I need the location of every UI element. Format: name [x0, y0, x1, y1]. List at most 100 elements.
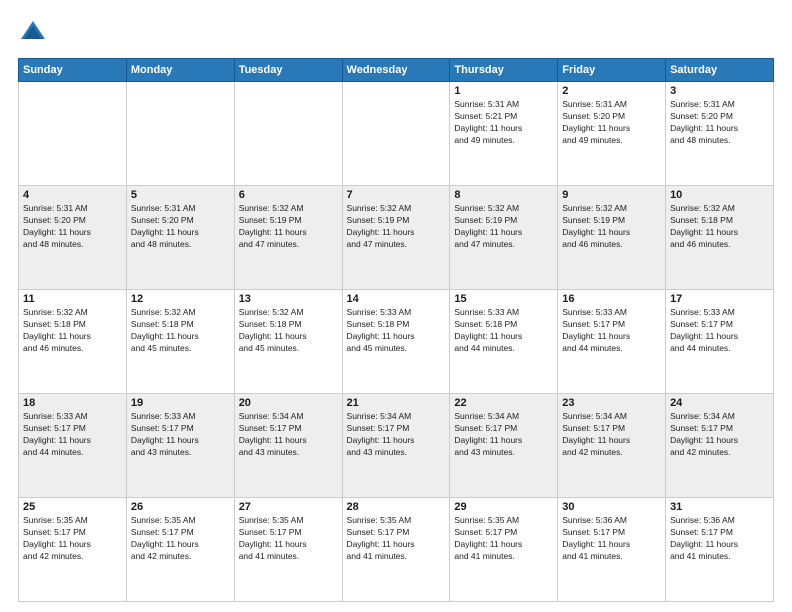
- day-info: Sunrise: 5:35 AM Sunset: 5:17 PM Dayligh…: [131, 515, 230, 563]
- calendar-cell: 30 Sunrise: 5:36 AM Sunset: 5:17 PM Dayli…: [558, 498, 666, 602]
- calendar-row-1: 4Sunrise: 5:31 AM Sunset: 5:20 PM Daylig…: [19, 186, 774, 290]
- day-number: 19: [131, 397, 230, 409]
- day-info: Sunrise: 5:32 AM Sunset: 5:19 PM Dayligh…: [562, 203, 661, 251]
- day-number: 17: [670, 293, 769, 305]
- day-number: 1: [454, 85, 553, 97]
- day-number: 12: [131, 293, 230, 305]
- calendar-header-row: SundayMondayTuesdayWednesdayThursdayFrid…: [19, 59, 774, 82]
- day-number: 21: [347, 397, 446, 409]
- day-info: Sunrise: 5:35 AM Sunset: 5:17 PM Dayligh…: [23, 515, 122, 563]
- calendar-cell: 28Sunrise: 5:35 AM Sunset: 5:17 PM Dayli…: [342, 498, 450, 602]
- calendar-header-saturday: Saturday: [666, 59, 774, 82]
- day-number: 15: [454, 293, 553, 305]
- calendar-cell: 18Sunrise: 5:33 AM Sunset: 5:17 PM Dayli…: [19, 394, 127, 498]
- day-info: Sunrise: 5:34 AM Sunset: 5:17 PM Dayligh…: [239, 411, 338, 459]
- day-number: 14: [347, 293, 446, 305]
- calendar-cell: 25 Sunrise: 5:35 AM Sunset: 5:17 PM Dayli…: [19, 498, 127, 602]
- calendar-cell: 24 Sunrise: 5:34 AM Sunset: 5:17 PM Dayli…: [666, 394, 774, 498]
- calendar-cell: 1 Sunrise: 5:31 AM Sunset: 5:21 PM Daylig…: [450, 82, 558, 186]
- day-number: 11: [23, 293, 122, 305]
- day-number: 26: [131, 501, 230, 513]
- calendar-cell: 10 Sunrise: 5:32 AM Sunset: 5:18 PM Dayli…: [666, 186, 774, 290]
- day-info: Sunrise: 5:34 AM Sunset: 5:17 PM Dayligh…: [670, 411, 769, 459]
- page: SundayMondayTuesdayWednesdayThursdayFrid…: [0, 0, 792, 612]
- day-number: 22: [454, 397, 553, 409]
- day-info: Sunrise: 5:32 AM Sunset: 5:18 PM Dayligh…: [239, 307, 338, 355]
- calendar-cell: 23 Sunrise: 5:34 AM Sunset: 5:17 PM Dayli…: [558, 394, 666, 498]
- day-info: Sunrise: 5:36 AM Sunset: 5:17 PM Dayligh…: [670, 515, 769, 563]
- calendar-header-sunday: Sunday: [19, 59, 127, 82]
- day-number: 10: [670, 189, 769, 201]
- day-number: 29: [454, 501, 553, 513]
- day-number: 2: [562, 85, 661, 97]
- calendar-cell: 16 Sunrise: 5:33 AM Sunset: 5:17 PM Dayli…: [558, 290, 666, 394]
- day-info: Sunrise: 5:32 AM Sunset: 5:18 PM Dayligh…: [23, 307, 122, 355]
- day-number: 9: [562, 189, 661, 201]
- calendar-header-tuesday: Tuesday: [234, 59, 342, 82]
- calendar-cell: 7 Sunrise: 5:32 AM Sunset: 5:19 PM Daylig…: [342, 186, 450, 290]
- day-number: 13: [239, 293, 338, 305]
- day-number: 23: [562, 397, 661, 409]
- day-info: Sunrise: 5:32 AM Sunset: 5:19 PM Dayligh…: [347, 203, 446, 251]
- calendar-header-friday: Friday: [558, 59, 666, 82]
- calendar-cell: 29Sunrise: 5:35 AM Sunset: 5:17 PM Dayli…: [450, 498, 558, 602]
- day-number: 30: [562, 501, 661, 513]
- calendar-cell: 21 Sunrise: 5:34 AM Sunset: 5:17 PM Dayli…: [342, 394, 450, 498]
- calendar-cell: 9 Sunrise: 5:32 AM Sunset: 5:19 PM Daylig…: [558, 186, 666, 290]
- day-info: Sunrise: 5:32 AM Sunset: 5:19 PM Dayligh…: [454, 203, 553, 251]
- calendar-cell: 13 Sunrise: 5:32 AM Sunset: 5:18 PM Dayli…: [234, 290, 342, 394]
- logo: [18, 18, 52, 48]
- day-info: Sunrise: 5:31 AM Sunset: 5:20 PM Dayligh…: [562, 99, 661, 147]
- day-number: 31: [670, 501, 769, 513]
- calendar-cell: 22 Sunrise: 5:34 AM Sunset: 5:17 PM Dayli…: [450, 394, 558, 498]
- calendar-row-2: 11 Sunrise: 5:32 AM Sunset: 5:18 PM Dayli…: [19, 290, 774, 394]
- calendar-cell: 3 Sunrise: 5:31 AM Sunset: 5:20 PM Daylig…: [666, 82, 774, 186]
- day-info: Sunrise: 5:33 AM Sunset: 5:17 PM Dayligh…: [23, 411, 122, 459]
- calendar-row-4: 25 Sunrise: 5:35 AM Sunset: 5:17 PM Dayli…: [19, 498, 774, 602]
- calendar-cell: [19, 82, 127, 186]
- calendar-cell: 15Sunrise: 5:33 AM Sunset: 5:18 PM Dayli…: [450, 290, 558, 394]
- day-info: Sunrise: 5:31 AM Sunset: 5:20 PM Dayligh…: [23, 203, 122, 251]
- day-number: 27: [239, 501, 338, 513]
- day-info: Sunrise: 5:33 AM Sunset: 5:17 PM Dayligh…: [562, 307, 661, 355]
- calendar-cell: 5Sunrise: 5:31 AM Sunset: 5:20 PM Daylig…: [126, 186, 234, 290]
- day-info: Sunrise: 5:32 AM Sunset: 5:18 PM Dayligh…: [131, 307, 230, 355]
- day-info: Sunrise: 5:34 AM Sunset: 5:17 PM Dayligh…: [562, 411, 661, 459]
- calendar-row-0: 1 Sunrise: 5:31 AM Sunset: 5:21 PM Daylig…: [19, 82, 774, 186]
- calendar-cell: 4Sunrise: 5:31 AM Sunset: 5:20 PM Daylig…: [19, 186, 127, 290]
- day-info: Sunrise: 5:34 AM Sunset: 5:17 PM Dayligh…: [347, 411, 446, 459]
- calendar-cell: 6Sunrise: 5:32 AM Sunset: 5:19 PM Daylig…: [234, 186, 342, 290]
- day-info: Sunrise: 5:31 AM Sunset: 5:21 PM Dayligh…: [454, 99, 553, 147]
- day-number: 7: [347, 189, 446, 201]
- calendar-cell: 27Sunrise: 5:35 AM Sunset: 5:17 PM Dayli…: [234, 498, 342, 602]
- day-info: Sunrise: 5:36 AM Sunset: 5:17 PM Dayligh…: [562, 515, 661, 563]
- calendar-cell: 8Sunrise: 5:32 AM Sunset: 5:19 PM Daylig…: [450, 186, 558, 290]
- calendar-cell: 14 Sunrise: 5:33 AM Sunset: 5:18 PM Dayli…: [342, 290, 450, 394]
- day-info: Sunrise: 5:34 AM Sunset: 5:17 PM Dayligh…: [454, 411, 553, 459]
- day-info: Sunrise: 5:32 AM Sunset: 5:18 PM Dayligh…: [670, 203, 769, 251]
- calendar-header-thursday: Thursday: [450, 59, 558, 82]
- calendar-header-monday: Monday: [126, 59, 234, 82]
- calendar-cell: 17Sunrise: 5:33 AM Sunset: 5:17 PM Dayli…: [666, 290, 774, 394]
- logo-icon: [18, 18, 48, 48]
- day-number: 16: [562, 293, 661, 305]
- day-info: Sunrise: 5:33 AM Sunset: 5:17 PM Dayligh…: [131, 411, 230, 459]
- calendar-header-wednesday: Wednesday: [342, 59, 450, 82]
- day-info: Sunrise: 5:31 AM Sunset: 5:20 PM Dayligh…: [670, 99, 769, 147]
- calendar-cell: [342, 82, 450, 186]
- day-number: 5: [131, 189, 230, 201]
- calendar-cell: 19 Sunrise: 5:33 AM Sunset: 5:17 PM Dayli…: [126, 394, 234, 498]
- day-number: 3: [670, 85, 769, 97]
- calendar-cell: 12 Sunrise: 5:32 AM Sunset: 5:18 PM Dayli…: [126, 290, 234, 394]
- calendar-cell: 26 Sunrise: 5:35 AM Sunset: 5:17 PM Dayli…: [126, 498, 234, 602]
- header: [18, 18, 774, 48]
- day-info: Sunrise: 5:33 AM Sunset: 5:18 PM Dayligh…: [347, 307, 446, 355]
- day-info: Sunrise: 5:35 AM Sunset: 5:17 PM Dayligh…: [347, 515, 446, 563]
- day-number: 6: [239, 189, 338, 201]
- calendar-cell: [126, 82, 234, 186]
- day-number: 20: [239, 397, 338, 409]
- day-number: 24: [670, 397, 769, 409]
- day-number: 25: [23, 501, 122, 513]
- calendar-cell: 2 Sunrise: 5:31 AM Sunset: 5:20 PM Daylig…: [558, 82, 666, 186]
- calendar-table: SundayMondayTuesdayWednesdayThursdayFrid…: [18, 58, 774, 602]
